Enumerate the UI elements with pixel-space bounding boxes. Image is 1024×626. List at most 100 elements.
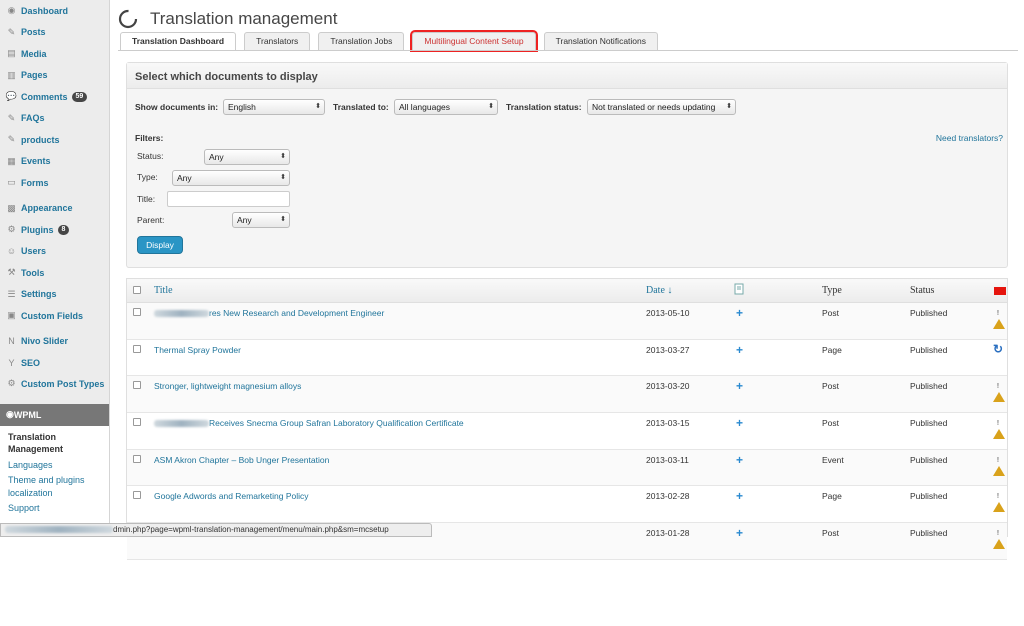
- row-checkbox[interactable]: [133, 344, 141, 353]
- add-translation-icon[interactable]: +: [736, 489, 743, 503]
- sidebar-item-label: Users: [21, 246, 47, 257]
- document-title-link[interactable]: Receives Snecma Group Safran Laboratory …: [154, 418, 464, 428]
- table-row: Stronger, lightweight magnesium alloys 20…: [127, 376, 1007, 414]
- select-all-checkbox[interactable]: [133, 286, 141, 294]
- admin-sidebar: ◉ Dashboard ✎ Posts ▤ Media ▥ Pages 💬 Comments 59 ✎…: [0, 0, 110, 626]
- document-type: Post: [822, 308, 840, 318]
- document-type: Page: [822, 491, 842, 502]
- refresh-icon[interactable]: ↻: [993, 342, 1003, 356]
- document-title-link[interactable]: Thermal Spray Powder: [154, 345, 241, 355]
- document-title: Thermal Spray Powder: [154, 344, 241, 355]
- document-status: Published: [910, 418, 948, 429]
- document-title-link[interactable]: ASM Akron Chapter – Bob Unger Presentati…: [154, 455, 329, 465]
- add-translation-icon[interactable]: +: [736, 379, 743, 393]
- row-checkbox[interactable]: [133, 381, 141, 390]
- sidebar-item-posts[interactable]: ✎ Posts: [0, 22, 109, 44]
- tab-translators[interactable]: Translators: [244, 32, 311, 50]
- pin-icon: ✎: [7, 26, 16, 37]
- document-title-link[interactable]: res New Research and Development Enginee…: [154, 308, 384, 318]
- sidebar-item-events[interactable]: ▦ Events: [0, 151, 109, 173]
- document-title: ASM Akron Chapter – Bob Unger Presentati…: [154, 454, 330, 465]
- add-translation-icon[interactable]: +: [736, 526, 743, 540]
- forms-icon: ▭: [7, 177, 16, 188]
- sidebar-item-tools[interactable]: ⚒ Tools: [0, 262, 109, 284]
- sidebar-item-media[interactable]: ▤ Media: [0, 43, 109, 65]
- warning-icon[interactable]: [993, 492, 1005, 513]
- dashboard-icon: ◉: [7, 5, 16, 16]
- warning-icon[interactable]: [993, 419, 1005, 440]
- type-filter-label: Type:: [137, 172, 158, 182]
- document-title: Receives Snecma Group Safran Laboratory …: [209, 418, 464, 429]
- submenu-translation-management[interactable]: Translation Management: [8, 431, 109, 456]
- sidebar-item-label: SEO: [21, 357, 41, 368]
- translation-status-label: Translation status:: [506, 102, 582, 112]
- status-filter-select[interactable]: Any ⬍: [204, 149, 290, 165]
- sidebar-item-faqs[interactable]: ✎ FAQs: [0, 108, 109, 130]
- document-date: 2013-02-28: [646, 491, 690, 502]
- sidebar-item-custom-fields[interactable]: ▣ Custom Fields: [0, 305, 109, 327]
- page-title: Translation management: [150, 9, 338, 28]
- table-row: Google Adwords and Remarketing Policy 201…: [127, 486, 1007, 524]
- type-filter-select[interactable]: Any ⬍: [172, 170, 290, 186]
- tab-multilingual-content-setup[interactable]: Multilingual Content Setup: [410, 30, 538, 52]
- sidebar-item-appearance[interactable]: ▩ Appearance: [0, 198, 109, 220]
- translated-to-select[interactable]: All languages ⬍: [394, 99, 498, 115]
- row-checkbox[interactable]: [133, 454, 141, 463]
- sidebar-item-label: Events: [21, 156, 51, 167]
- sidebar-item-label: Tools: [21, 267, 45, 278]
- add-translation-icon[interactable]: +: [736, 343, 743, 357]
- sidebar-item-seo[interactable]: Y SEO: [0, 352, 109, 374]
- document-status: Published: [910, 308, 948, 318]
- sidebar-item-comments[interactable]: 💬 Comments 59: [0, 86, 109, 108]
- submenu-theme-plugins-localization[interactable]: Theme and plugins localization: [8, 474, 109, 499]
- row-checkbox[interactable]: [133, 308, 141, 316]
- sidebar-item-forms[interactable]: ▭ Forms: [0, 172, 109, 194]
- document-title-link[interactable]: Stronger, lightweight magnesium alloys: [154, 381, 301, 391]
- add-translation-icon[interactable]: +: [736, 453, 743, 467]
- document-title-link[interactable]: Google Adwords and Remarketing Policy: [154, 491, 309, 501]
- pages-icon: ▥: [7, 69, 16, 80]
- title-filter-input[interactable]: [167, 191, 290, 207]
- sidebar-item-nivo-slider[interactable]: N Nivo Slider: [0, 331, 109, 353]
- add-translation-icon[interactable]: +: [736, 416, 743, 430]
- warning-icon[interactable]: [993, 529, 1005, 550]
- column-title[interactable]: Title: [154, 285, 173, 296]
- display-button[interactable]: Display: [137, 236, 183, 254]
- show-documents-select[interactable]: English ⬍: [223, 99, 325, 115]
- add-translation-icon[interactable]: +: [736, 306, 743, 320]
- sidebar-item-users[interactable]: ☺ Users: [0, 241, 109, 263]
- submenu-support[interactable]: Support: [8, 502, 109, 515]
- parent-filter-select[interactable]: Any ⬍: [232, 212, 290, 228]
- custom-fields-icon: ▣: [7, 310, 16, 321]
- warning-icon[interactable]: [993, 455, 1005, 476]
- sidebar-item-products[interactable]: ✎ products: [0, 129, 109, 151]
- tab-translation-notifications[interactable]: Translation Notifications: [543, 32, 659, 50]
- select-arrows-icon: ⬍: [280, 174, 286, 181]
- sidebar-item-dashboard[interactable]: ◉ Dashboard: [0, 0, 109, 22]
- sidebar-item-pages[interactable]: ▥ Pages: [0, 65, 109, 87]
- sidebar-item-label: Forms: [21, 177, 49, 188]
- warning-icon[interactable]: [993, 309, 1005, 329]
- row-checkbox[interactable]: [133, 418, 141, 427]
- sidebar-item-wpml[interactable]: ◉ WPML: [0, 403, 109, 426]
- filters-label: Filters:: [135, 133, 164, 143]
- row-checkbox[interactable]: [133, 491, 141, 500]
- column-date[interactable]: Date ↓: [646, 285, 672, 296]
- tab-translation-jobs[interactable]: Translation Jobs: [318, 32, 405, 50]
- need-translators-link[interactable]: Need translators?: [936, 133, 1003, 143]
- main-content: Translation management Translation Dashb…: [118, 0, 1024, 560]
- sidebar-item-label: Pages: [21, 70, 48, 81]
- tab-translation-dashboard[interactable]: Translation Dashboard: [120, 32, 237, 51]
- warning-icon[interactable]: [993, 382, 1005, 403]
- seo-icon: Y: [8, 357, 15, 368]
- sidebar-item-label: Appearance: [21, 203, 73, 214]
- sidebar-item-label: products: [21, 134, 60, 145]
- users-icon: ☺: [6, 246, 17, 257]
- tab-divider: [118, 50, 1018, 51]
- sidebar-item-custom-post-types[interactable]: ⚙ Custom Post Types: [0, 374, 109, 402]
- submenu-languages[interactable]: Languages: [8, 459, 109, 472]
- filter-panel-heading: Select which documents to display: [127, 63, 1007, 89]
- sidebar-item-plugins[interactable]: ⚙ Plugins 8: [0, 219, 109, 241]
- translation-status-select[interactable]: Not translated or needs updating ⬍: [587, 99, 736, 115]
- sidebar-item-settings[interactable]: ☰ Settings: [0, 284, 109, 306]
